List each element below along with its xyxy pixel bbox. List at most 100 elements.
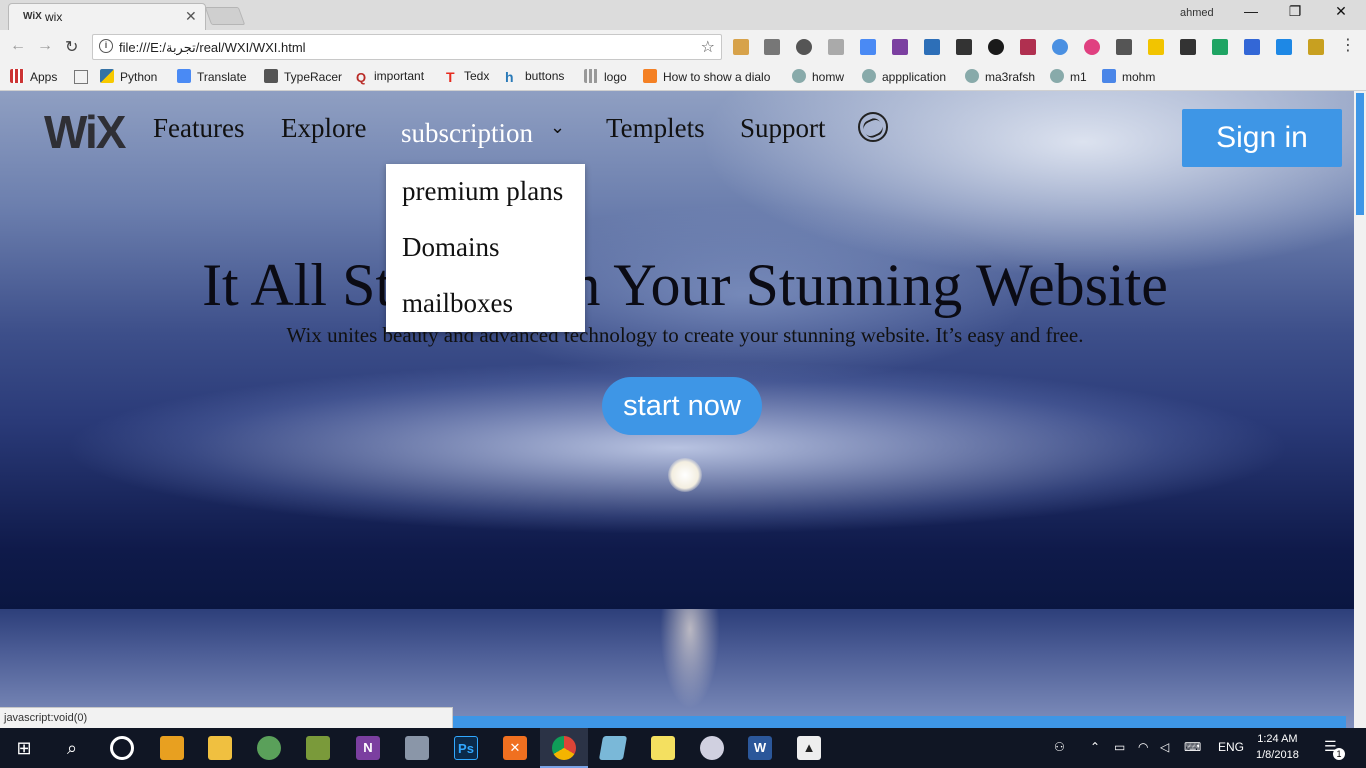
bookmark-apps[interactable]: Apps xyxy=(10,69,57,84)
onenote-extension-icon[interactable] xyxy=(892,39,908,55)
paint-icon[interactable] xyxy=(700,736,724,760)
new-tab-button[interactable] xyxy=(204,7,246,25)
reload-icon[interactable]: ↻ xyxy=(65,37,78,57)
windows-taskbar: ⊞ ⌕ N Ps ✕ W ▲ ⚇ ⌃ ▭ ◠ ◁ ⌨ ENG 1:24 AM 1… xyxy=(0,728,1366,768)
nav-templets[interactable]: Templets xyxy=(606,113,705,144)
hero-title: It All Starts with Your Stunning Website xyxy=(202,252,1168,318)
subscription-dropdown: premium plans Domains mailboxes xyxy=(386,164,585,332)
dropdown-item-domains[interactable]: Domains xyxy=(402,232,500,263)
start-now-button[interactable]: start now xyxy=(602,377,762,435)
extension-icon[interactable] xyxy=(1020,39,1036,55)
file-explorer-icon[interactable] xyxy=(208,736,232,760)
scrollbar-thumb[interactable] xyxy=(1356,93,1364,215)
bookmark-translate[interactable]: Translate xyxy=(177,69,247,84)
eyedropper-icon[interactable] xyxy=(1116,39,1132,55)
drive-icon[interactable] xyxy=(1212,39,1228,55)
system-clock[interactable]: 1:24 AM 1/8/2018 xyxy=(1256,731,1299,763)
bookmark-homw[interactable]: homw xyxy=(792,69,844,84)
profile-name[interactable]: ahmed xyxy=(1180,7,1214,19)
menu-icon[interactable]: ⋮ xyxy=(1340,35,1356,55)
cortana-icon[interactable] xyxy=(110,736,134,760)
sea-reflection xyxy=(660,609,720,709)
bookmark-tedx[interactable]: T Tedx xyxy=(446,69,489,85)
bookmark-m1[interactable]: m1 xyxy=(1050,69,1087,84)
photos-icon[interactable]: ▲ xyxy=(797,736,821,760)
people-icon[interactable]: ⚇ xyxy=(1054,740,1065,754)
globe-icon[interactable] xyxy=(858,112,888,142)
browser-tab[interactable]: WiX wix ✕ xyxy=(8,3,206,30)
sun-image xyxy=(668,458,702,492)
bookmark-important[interactable]: Qimportant xyxy=(356,69,424,85)
store-icon[interactable] xyxy=(160,736,184,760)
address-bar[interactable]: i file:///E:/تجربة/real/WXI/WXI.html ☆ xyxy=(92,34,722,60)
page-scrollbar[interactable] xyxy=(1354,91,1366,728)
dropbox-icon[interactable] xyxy=(828,39,844,55)
bookmark-buttons[interactable]: h buttons xyxy=(505,69,564,85)
nav-explore[interactable]: Explore xyxy=(281,113,366,144)
bookmark-ma3rafsh[interactable]: ma3rafsh xyxy=(965,69,1035,84)
bookmark-star-icon[interactable]: ☆ xyxy=(701,37,715,57)
back-icon[interactable]: ← xyxy=(10,37,26,55)
search-icon[interactable]: ⌕ xyxy=(60,736,84,760)
tab-close-icon[interactable]: ✕ xyxy=(185,8,197,25)
bookmark-python[interactable]: Python xyxy=(100,69,157,84)
extension-icon[interactable] xyxy=(733,39,749,55)
shield-extension-icon[interactable] xyxy=(1308,39,1324,55)
windows-start-icon[interactable]: ⊞ xyxy=(12,736,36,760)
news-extension-icon[interactable] xyxy=(924,39,940,55)
restore-button[interactable]: ❐ xyxy=(1280,3,1310,25)
url-text[interactable]: file:///E:/تجربة/real/WXI/WXI.html xyxy=(119,40,306,56)
m-extension-icon[interactable] xyxy=(1148,39,1164,55)
forward-icon[interactable]: → xyxy=(37,37,53,55)
download-extension-icon[interactable] xyxy=(1052,39,1068,55)
photoshop-icon[interactable]: Ps xyxy=(454,736,478,760)
camera-extension-icon[interactable] xyxy=(764,39,780,55)
sticky-notes-icon[interactable] xyxy=(651,736,675,760)
uwc-icon xyxy=(965,69,979,83)
app-icon[interactable] xyxy=(405,736,429,760)
language-indicator[interactable]: ENG xyxy=(1218,740,1244,754)
page-icon[interactable] xyxy=(74,70,88,84)
minimize-button[interactable]: — xyxy=(1236,3,1266,25)
show-hidden-icons-icon[interactable]: ⌃ xyxy=(1090,740,1100,754)
keyboard-icon[interactable]: ⌨ xyxy=(1184,740,1201,754)
nav-support[interactable]: Support xyxy=(740,113,826,144)
battery-icon[interactable]: ▭ xyxy=(1114,740,1125,754)
dropdown-item-premium-plans[interactable]: premium plans xyxy=(402,176,563,207)
color-wheel-icon[interactable] xyxy=(1084,39,1100,55)
android-studio-icon[interactable] xyxy=(257,736,281,760)
grid-icon xyxy=(584,69,598,83)
bookmark-appplication[interactable]: appplication xyxy=(862,69,946,84)
sign-in-button[interactable]: Sign in xyxy=(1182,109,1342,167)
wix-logo[interactable]: WiX xyxy=(44,105,126,159)
word-icon[interactable]: W xyxy=(748,736,772,760)
chrome-icon[interactable] xyxy=(552,736,576,760)
web-page: WiX Features Explore subscription ⌄ Temp… xyxy=(0,91,1354,728)
onenote-icon[interactable]: N xyxy=(356,736,380,760)
translate-extension-icon[interactable] xyxy=(860,39,876,55)
extension-icon[interactable] xyxy=(796,39,812,55)
evernote-icon[interactable] xyxy=(1180,39,1196,55)
chart-app-icon[interactable] xyxy=(306,736,330,760)
nav-features[interactable]: Features xyxy=(153,113,244,144)
speedometer-extension-icon[interactable] xyxy=(988,39,1004,55)
bookmark-logo[interactable]: logo xyxy=(584,69,627,84)
bookmark-typeracer[interactable]: TypeRacer xyxy=(264,69,342,84)
nav-subscription[interactable]: subscription xyxy=(401,118,533,149)
s-extension-icon[interactable] xyxy=(1276,39,1292,55)
volume-icon[interactable]: ◁ xyxy=(1160,740,1169,754)
bookmark-mohm[interactable]: mohm xyxy=(1102,69,1155,84)
chevron-down-icon[interactable]: ⌄ xyxy=(550,117,565,138)
dropdown-item-mailboxes[interactable]: mailboxes xyxy=(402,288,513,319)
xampp-icon[interactable]: ✕ xyxy=(503,736,527,760)
app-icon[interactable] xyxy=(598,736,628,760)
film-extension-icon[interactable] xyxy=(956,39,972,55)
wifi-icon[interactable]: ◠ xyxy=(1138,740,1148,754)
status-bar: javascript:void(0) xyxy=(0,707,453,728)
extension-icon[interactable] xyxy=(1244,39,1260,55)
bookmark-dialog[interactable]: How to show a dialo xyxy=(643,69,781,84)
info-icon[interactable]: i xyxy=(99,39,113,53)
tab-favicon: WiX xyxy=(23,11,42,22)
close-window-button[interactable]: ✕ xyxy=(1326,3,1356,25)
clock-time: 1:24 AM xyxy=(1257,733,1298,745)
